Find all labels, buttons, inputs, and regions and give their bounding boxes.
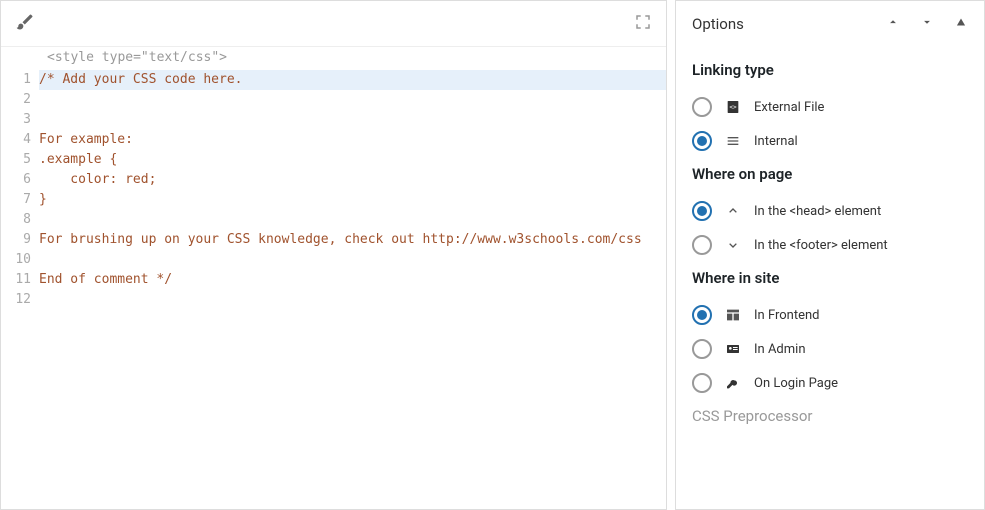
editor-body: <style type="text/css"> 123456789101112 … bbox=[1, 47, 666, 509]
style-tag-label: <style type="text/css"> bbox=[1, 47, 666, 68]
lines-icon bbox=[724, 132, 742, 150]
code-area[interactable]: 123456789101112 /* Add your CSS code her… bbox=[1, 68, 666, 509]
key-icon bbox=[724, 374, 742, 392]
options-panel: Options Linking type <> External File Inte… bbox=[675, 0, 985, 510]
option-label: Internal bbox=[754, 134, 798, 149]
editor-toolbar bbox=[1, 1, 666, 47]
chevron-up-icon bbox=[724, 202, 742, 220]
code-content[interactable]: /* Add your CSS code here. For example: … bbox=[39, 68, 666, 509]
wherepage-option-1[interactable]: In the <footer> element bbox=[692, 235, 968, 255]
line-gutter: 123456789101112 bbox=[1, 68, 39, 509]
radio-icon bbox=[692, 373, 712, 393]
section-wheresite-title: Where in site bbox=[692, 269, 968, 287]
radio-icon bbox=[692, 339, 712, 359]
option-label: In the <head> element bbox=[754, 204, 881, 219]
wherepage-option-0[interactable]: In the <head> element bbox=[692, 201, 968, 221]
panel-nav-icons bbox=[886, 15, 968, 33]
option-label: In Admin bbox=[754, 342, 806, 357]
svg-text:<>: <> bbox=[729, 104, 737, 111]
option-label: External File bbox=[754, 100, 824, 115]
chevron-down-icon[interactable] bbox=[920, 15, 934, 33]
layout-icon bbox=[724, 306, 742, 324]
code-file-icon: <> bbox=[724, 98, 742, 116]
radio-icon bbox=[692, 97, 712, 117]
section-linking-title: Linking type bbox=[692, 61, 968, 79]
triangle-up-icon[interactable] bbox=[954, 15, 968, 33]
linking-option-1[interactable]: Internal bbox=[692, 131, 968, 151]
option-label: In Frontend bbox=[754, 308, 820, 323]
option-label: On Login Page bbox=[754, 376, 838, 391]
id-card-icon bbox=[724, 340, 742, 358]
radio-icon bbox=[692, 201, 712, 221]
expand-icon[interactable] bbox=[634, 13, 652, 35]
options-title: Options bbox=[692, 15, 744, 33]
chevron-down-icon bbox=[724, 236, 742, 254]
radio-icon bbox=[692, 131, 712, 151]
wheresite-option-1[interactable]: In Admin bbox=[692, 339, 968, 359]
linking-option-0[interactable]: <> External File bbox=[692, 97, 968, 117]
editor-panel: <style type="text/css"> 123456789101112 … bbox=[0, 0, 667, 510]
radio-icon bbox=[692, 235, 712, 255]
wheresite-option-0[interactable]: In Frontend bbox=[692, 305, 968, 325]
brush-icon[interactable] bbox=[15, 12, 35, 36]
option-label: In the <footer> element bbox=[754, 238, 888, 253]
section-preprocessor-title: CSS Preprocessor bbox=[692, 407, 968, 425]
options-body: Linking type <> External File Internal Whe… bbox=[676, 47, 984, 459]
options-header: Options bbox=[676, 1, 984, 47]
wheresite-option-2[interactable]: On Login Page bbox=[692, 373, 968, 393]
radio-icon bbox=[692, 305, 712, 325]
section-wherepage-title: Where on page bbox=[692, 165, 968, 183]
chevron-up-icon[interactable] bbox=[886, 15, 900, 33]
